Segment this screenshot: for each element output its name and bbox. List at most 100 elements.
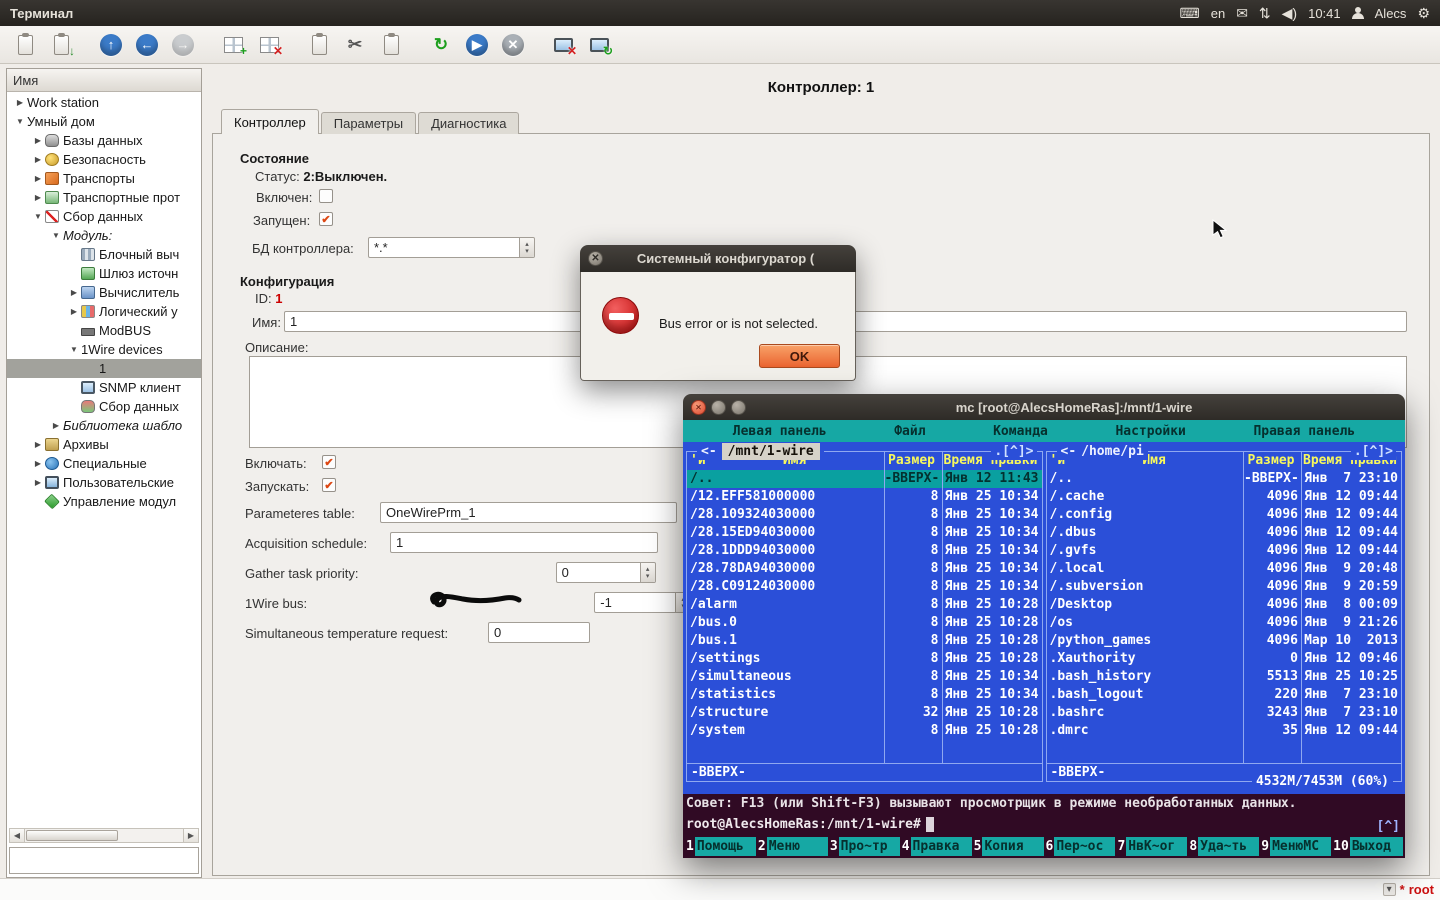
paste-page-button[interactable] bbox=[374, 30, 408, 60]
collapse-arrow-icon[interactable]: ▼ bbox=[67, 345, 81, 354]
mc-file-row[interactable]: /python_games4096Мар 10 2013 bbox=[1047, 632, 1402, 650]
mc-file-row[interactable]: /settings8Янв 25 10:28 bbox=[687, 650, 1042, 668]
mc-file-row[interactable]: /.cache4096Янв 12 09:44 bbox=[1047, 488, 1402, 506]
mc-menu-item[interactable]: Правая панель bbox=[1253, 424, 1355, 439]
disconnect-button[interactable]: ✕ bbox=[546, 30, 580, 60]
cut-button[interactable]: ✂ bbox=[338, 30, 372, 60]
fkey-7[interactable]: 7НвК~ог bbox=[1116, 837, 1187, 856]
tree-item-16[interactable]: Сбор данных bbox=[7, 397, 201, 416]
maximize-icon[interactable] bbox=[731, 400, 746, 415]
tree-item-5[interactable]: ▶Транспортные прот bbox=[7, 188, 201, 207]
tree-item-3[interactable]: ▶Безопасность bbox=[7, 150, 201, 169]
mc-menu-item[interactable]: Настройки bbox=[1115, 424, 1185, 439]
fkey-10[interactable]: 10Выход bbox=[1332, 837, 1403, 856]
mc-file-row[interactable]: /28.C091240300008Янв 25 10:34 bbox=[687, 578, 1042, 596]
expand-arrow-icon[interactable]: ▶ bbox=[31, 459, 45, 468]
scrollbar-thumb[interactable] bbox=[26, 830, 118, 841]
tree-item-8[interactable]: Блочный выч bbox=[7, 245, 201, 264]
fkey-8[interactable]: 8Уда~ть bbox=[1188, 837, 1259, 856]
right-panel-path[interactable]: /home/pi bbox=[1081, 443, 1144, 460]
expand-arrow-icon[interactable]: ▶ bbox=[31, 478, 45, 487]
collapse-arrow-icon[interactable]: ▼ bbox=[31, 212, 45, 221]
mc-file-row[interactable]: /28.1DDD940300008Янв 25 10:34 bbox=[687, 542, 1042, 560]
expand-arrow-icon[interactable]: ▶ bbox=[31, 155, 45, 164]
tree-item-12[interactable]: ModBUS bbox=[7, 321, 201, 340]
chevron-down-icon[interactable]: ▾ bbox=[1383, 883, 1396, 896]
mc-menu-item[interactable]: Команда bbox=[993, 424, 1048, 439]
left-panel-path[interactable]: /mnt/1-wire bbox=[722, 443, 820, 460]
controller-db-combo[interactable] bbox=[368, 237, 535, 258]
tab-controller[interactable]: Контроллер bbox=[221, 109, 319, 134]
mc-file-row[interactable]: .bash_history5513Янв 25 10:25 bbox=[1047, 668, 1402, 686]
scroll-left-icon[interactable]: ◀ bbox=[10, 829, 25, 842]
keyboard-icon[interactable]: ⌨ bbox=[1180, 6, 1200, 20]
tree-item-7[interactable]: ▼Модуль: bbox=[7, 226, 201, 245]
navigate-back-button[interactable]: ← bbox=[130, 30, 164, 60]
mc-file-row[interactable]: /os4096Янв 9 21:26 bbox=[1047, 614, 1402, 632]
tree-item-6[interactable]: ▼Сбор данных bbox=[7, 207, 201, 226]
spinner-icon[interactable] bbox=[519, 238, 534, 257]
scroll-right-icon[interactable]: ▶ bbox=[183, 829, 198, 842]
keyboard-layout-indicator[interactable]: en bbox=[1211, 6, 1225, 21]
minimize-icon[interactable] bbox=[711, 400, 726, 415]
running-checkbox[interactable] bbox=[319, 212, 333, 226]
start-button[interactable]: ▶ bbox=[460, 30, 494, 60]
tab-diagnostics[interactable]: Диагностика bbox=[418, 112, 519, 134]
fkey-1[interactable]: 1Помощь bbox=[685, 837, 756, 856]
tree-item-18[interactable]: ▶Архивы bbox=[7, 435, 201, 454]
mc-menu-item[interactable]: Файл bbox=[894, 424, 925, 439]
mc-file-row[interactable]: /bus.08Янв 25 10:28 bbox=[687, 614, 1042, 632]
fkey-3[interactable]: 3Про~тр bbox=[829, 837, 900, 856]
network-icon[interactable]: ⇅ bbox=[1259, 6, 1271, 20]
mc-file-row[interactable]: /.config4096Янв 12 09:44 bbox=[1047, 506, 1402, 524]
enable-checkbox[interactable] bbox=[322, 455, 336, 469]
tree-item-21[interactable]: Управление модул bbox=[7, 492, 201, 511]
expand-arrow-icon[interactable]: ▶ bbox=[67, 288, 81, 297]
tree-item-1[interactable]: ▼Умный дом bbox=[7, 112, 201, 131]
mc-file-row[interactable]: /Desktop4096Янв 8 00:09 bbox=[1047, 596, 1402, 614]
enabled-checkbox[interactable] bbox=[319, 189, 333, 203]
clock[interactable]: 10:41 bbox=[1308, 6, 1341, 21]
dialog-titlebar[interactable]: ✕ Системный конфигуратор ( bbox=[580, 245, 856, 272]
mc-file-row[interactable]: .bash_logout220Янв 7 23:10 bbox=[1047, 686, 1402, 704]
tree-item-10[interactable]: ▶Вычислитель bbox=[7, 283, 201, 302]
ok-button[interactable]: OK bbox=[759, 344, 840, 368]
fkey-6[interactable]: 6Пер~ос bbox=[1045, 837, 1116, 856]
fkey-2[interactable]: 2Меню bbox=[757, 837, 828, 856]
user-menu[interactable]: Alecs bbox=[1375, 6, 1407, 21]
mail-icon[interactable]: ✉ bbox=[1236, 6, 1248, 20]
fkey-5[interactable]: 5Копия bbox=[973, 837, 1044, 856]
terminal-titlebar[interactable]: ✕ mc [root@AlecsHomeRas]:/mnt/1-wire bbox=[683, 394, 1405, 420]
simultaneous-request-input[interactable] bbox=[488, 622, 590, 643]
tab-parameters[interactable]: Параметры bbox=[321, 112, 416, 134]
expand-arrow-icon[interactable]: ▶ bbox=[13, 98, 27, 107]
fkey-4[interactable]: 4Правка bbox=[901, 837, 972, 856]
mc-file-row[interactable]: /structure32Янв 25 10:28 bbox=[687, 704, 1042, 722]
mc-menu-item[interactable]: Левая панель bbox=[733, 424, 827, 439]
close-icon[interactable]: ✕ bbox=[588, 251, 603, 266]
spinner-icon[interactable] bbox=[640, 563, 655, 582]
onewire-bus-spinner[interactable] bbox=[594, 592, 691, 613]
tree-filter-input[interactable] bbox=[9, 847, 199, 874]
mc-file-row[interactable]: /28.78DA940300008Янв 25 10:34 bbox=[687, 560, 1042, 578]
size-column-header[interactable]: Размер bbox=[1243, 452, 1301, 470]
paste-special-button[interactable]: ↓ bbox=[44, 30, 78, 60]
mc-file-row[interactable]: /28.15ED940300008Янв 25 10:34 bbox=[687, 524, 1042, 542]
tree-item-9[interactable]: Шлюз источн bbox=[7, 264, 201, 283]
tree-item-15[interactable]: SNMP клиент bbox=[7, 378, 201, 397]
paste-button[interactable] bbox=[8, 30, 42, 60]
fkey-9[interactable]: 9МенюМС bbox=[1260, 837, 1331, 856]
tree-item-2[interactable]: ▶Базы данных bbox=[7, 131, 201, 150]
collapse-arrow-icon[interactable]: ▼ bbox=[13, 117, 27, 126]
mc-file-row[interactable]: /statistics8Янв 25 10:34 bbox=[687, 686, 1042, 704]
mc-file-row[interactable]: /.dbus4096Янв 12 09:44 bbox=[1047, 524, 1402, 542]
tree-item-4[interactable]: ▶Транспорты bbox=[7, 169, 201, 188]
expand-arrow-icon[interactable]: ▶ bbox=[31, 136, 45, 145]
mc-file-row[interactable]: /.gvfs4096Янв 12 09:44 bbox=[1047, 542, 1402, 560]
mc-file-row[interactable]: /..-ВВЕРХ-Янв 12 11:43 bbox=[687, 470, 1042, 488]
parameters-table-input[interactable] bbox=[380, 502, 677, 523]
tree-item-11[interactable]: ▶Логический у bbox=[7, 302, 201, 321]
mc-file-row[interactable]: /28.1093240300008Янв 25 10:34 bbox=[687, 506, 1042, 524]
mc-file-row[interactable]: /..-ВВЕРХ-Янв 7 23:10 bbox=[1047, 470, 1402, 488]
expand-arrow-icon[interactable]: ▶ bbox=[31, 440, 45, 449]
